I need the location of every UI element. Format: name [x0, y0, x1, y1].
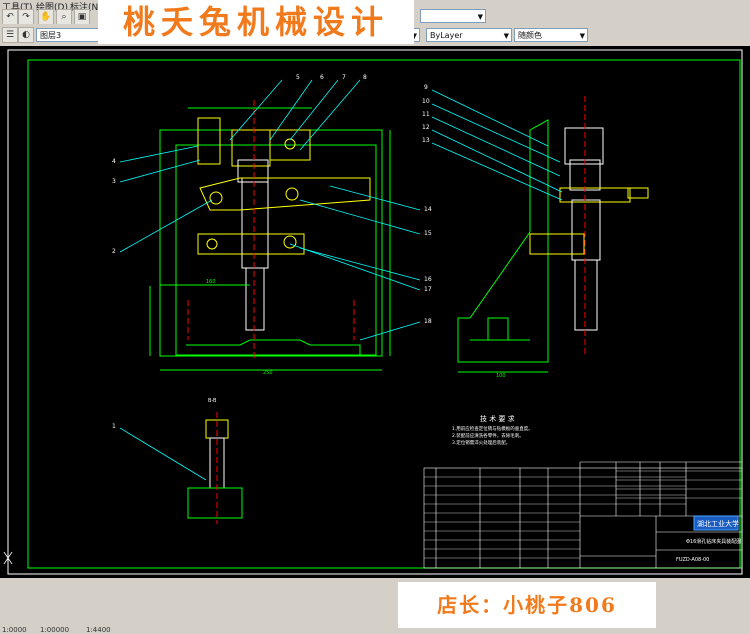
- leader-line: [119, 145, 199, 163]
- leader-line: [431, 142, 563, 201]
- linetype-combo[interactable]: ByLayer ▼: [426, 28, 512, 42]
- side-clamp: [529, 233, 585, 255]
- side-spindle-lower: [574, 259, 598, 331]
- callout-14: 14: [424, 206, 432, 213]
- chevron-down-icon: ▼: [579, 32, 585, 40]
- callout-7: 7: [342, 74, 346, 81]
- logo-text: 湖北工业大学: [697, 519, 739, 528]
- section-label: B-B: [208, 398, 217, 404]
- callout-18: 18: [424, 318, 432, 325]
- clamp-plate: [197, 233, 305, 255]
- dim-text: 100: [496, 373, 506, 379]
- chevron-down-icon: ▼: [503, 32, 509, 40]
- tech-line-2: 2.装配前应清洗各零件，去除毛刺。: [452, 432, 524, 439]
- clamp-part: [197, 117, 221, 165]
- title-block: [423, 461, 743, 569]
- callout-4: 4: [112, 158, 116, 165]
- callout-8: 8: [363, 74, 367, 81]
- side-body: [457, 119, 549, 363]
- drawing-no: FUZD-A08-00: [676, 557, 709, 563]
- color-combo-value: 随颜色: [518, 31, 542, 40]
- status-coord: 1:4400: [86, 626, 111, 634]
- callout-6: 6: [320, 74, 324, 81]
- callout-1: 1: [112, 423, 116, 430]
- leader-line: [329, 185, 421, 211]
- base-line: [186, 339, 361, 356]
- color-combo[interactable]: 随颜色 ▼: [514, 28, 588, 42]
- outer-frame: [7, 49, 743, 575]
- callout-10: 10: [422, 98, 430, 105]
- side-view: [457, 96, 649, 373]
- callout-17: 17: [424, 286, 432, 293]
- side-arm-end: [627, 187, 649, 199]
- leader-line: [269, 79, 313, 141]
- pan-icon[interactable]: ✋: [38, 9, 54, 25]
- shop-owner-banner: 店长：小桃子806: [398, 582, 656, 628]
- leader-line: [229, 79, 283, 141]
- callout-3: 3: [112, 178, 116, 185]
- tech-line-3: 3.定位销需淬火处理后装配。: [452, 439, 510, 446]
- pin-circle: [285, 187, 299, 201]
- callout-13: 13: [422, 137, 430, 144]
- leader-line: [289, 79, 339, 141]
- dim-text: 160: [206, 279, 216, 285]
- front-body: [159, 129, 383, 357]
- leader-line: [431, 103, 561, 163]
- leader-line: [289, 243, 421, 291]
- leader-line: [299, 247, 421, 281]
- shop-banner: 桃夭兔机械设计: [98, 0, 414, 44]
- front-inner: [175, 144, 377, 356]
- front-view: [149, 100, 391, 371]
- section-view: [119, 412, 243, 524]
- side-seat: [487, 317, 509, 341]
- zoom-window-icon[interactable]: ▣: [74, 9, 90, 25]
- linetype-combo-value: ByLayer: [430, 31, 463, 40]
- leader-line: [431, 116, 561, 177]
- callout-12: 12: [422, 124, 430, 131]
- spindle-lower: [245, 267, 265, 331]
- tech-title: 技 术 要 求: [480, 414, 515, 423]
- lever: [199, 177, 371, 211]
- leader-line: [431, 129, 563, 193]
- pin-circle: [209, 191, 223, 205]
- undo-icon[interactable]: ↶: [2, 9, 18, 25]
- style-combo[interactable]: ▼: [420, 9, 486, 23]
- cad-drawing: 250 160 5 6 7 8 4 3 2 100 9 10 11 12 13 …: [3, 49, 743, 575]
- layer-combo-value: 图层3: [40, 31, 62, 40]
- leader-line: [431, 89, 549, 147]
- status-coord: 1:0000: [2, 626, 27, 634]
- redo-icon[interactable]: ↷: [18, 9, 34, 25]
- drawing-canvas[interactable]: 250 160 5 6 7 8 4 3 2 100 9 10 11 12 13 …: [0, 46, 750, 578]
- chevron-down-icon: ▼: [477, 13, 483, 21]
- inner-frame: [27, 59, 741, 569]
- pin-circle: [284, 138, 296, 150]
- callout-16: 16: [424, 276, 432, 283]
- side-head: [564, 127, 604, 165]
- status-coord: 1:00000: [40, 626, 70, 634]
- callout-15: 15: [424, 230, 432, 237]
- section-base: [187, 487, 243, 519]
- zoom-icon[interactable]: ⌕: [56, 9, 72, 25]
- dim-text: 250: [263, 370, 273, 376]
- leader-line: [119, 427, 207, 481]
- callout-5: 5: [296, 74, 300, 81]
- drawing-name: Φ16滑孔钻床夹具装配图: [686, 538, 741, 545]
- tech-line-1: 1.用前应检查定位销与钻模板的垂直度。: [452, 425, 533, 432]
- layer-state-icon[interactable]: ◐: [18, 27, 34, 43]
- side-spindle: [571, 199, 601, 261]
- callout-11: 11: [422, 111, 430, 118]
- pin-circle: [283, 235, 297, 249]
- callout-9: 9: [424, 84, 428, 91]
- pin-circle: [206, 238, 218, 250]
- callout-2: 2: [112, 248, 116, 255]
- layer-manager-icon[interactable]: ☰: [2, 27, 18, 43]
